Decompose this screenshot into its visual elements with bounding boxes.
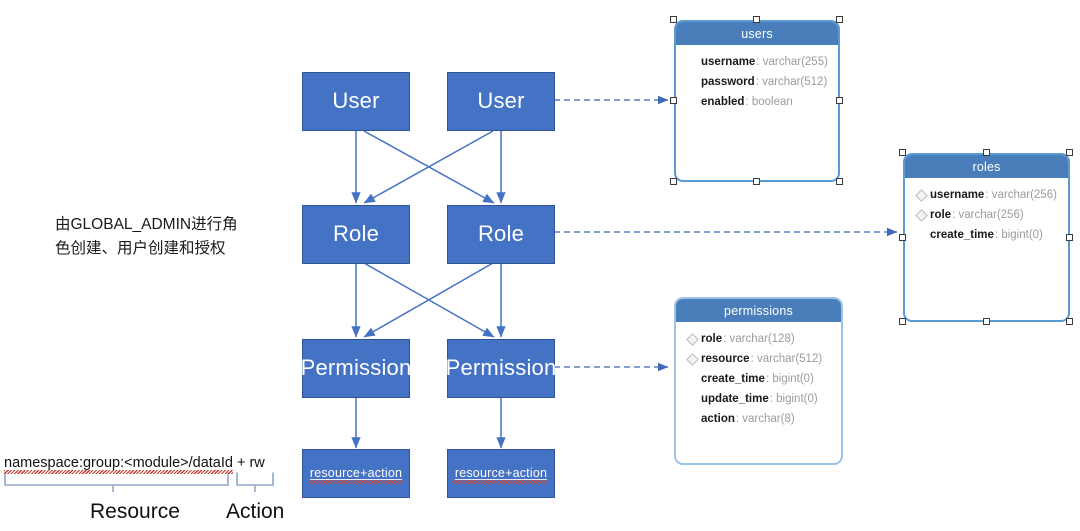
field-name: password (701, 76, 755, 88)
flow-box-label: Role (332, 221, 380, 247)
db-field-row: role : varchar(128) (676, 329, 841, 349)
field-name: username (930, 189, 985, 201)
action-bracket (236, 472, 274, 492)
flow-box-user-right[interactable]: User (447, 72, 555, 131)
db-table-fields: username : varchar(256) role : varchar(2… (905, 178, 1068, 245)
field-type: : boolean (745, 96, 793, 108)
resize-handle-ne[interactable] (1066, 149, 1073, 156)
resize-handle-e[interactable] (836, 97, 843, 104)
db-table-permissions[interactable]: permissions role : varchar(128) resource… (674, 297, 843, 465)
flow-box-label: Permission (445, 355, 557, 381)
flow-box-label: User (332, 88, 380, 114)
resize-handle-e[interactable] (1066, 234, 1073, 241)
field-type: : bigint(0) (765, 373, 814, 385)
edge-user-right-role-left (363, 130, 494, 204)
permission-pattern-text: namespace:group:<module>/dataId + rw (4, 455, 265, 474)
flow-box-label: User (477, 88, 525, 114)
field-name: username (701, 56, 756, 68)
resize-handle-n[interactable] (983, 149, 990, 156)
resize-handle-s[interactable] (753, 178, 760, 185)
resize-handle-ne[interactable] (836, 16, 843, 23)
pattern-action-suffix: + rw (232, 455, 265, 471)
db-field-row: create_time : bigint(0) (905, 225, 1068, 245)
flow-box-user-left[interactable]: User (302, 72, 410, 131)
db-field-row: username : varchar(256) (905, 185, 1068, 205)
db-table-roles[interactable]: roles username : varchar(256) role : var… (903, 153, 1070, 322)
db-field-row: role : varchar(256) (905, 205, 1068, 225)
diagram-canvas: 由GLOBAL_ADMIN进行角 色创建、用户创建和授权 User User R… (0, 0, 1080, 531)
db-table-fields: role : varchar(128) resource : varchar(5… (676, 322, 841, 429)
resize-handle-nw[interactable] (899, 149, 906, 156)
field-name: role (930, 209, 952, 221)
resize-handle-nw[interactable] (670, 16, 677, 23)
resize-handle-n[interactable] (753, 16, 760, 23)
db-table-fields: username : varchar(255) password : varch… (676, 45, 838, 112)
global-admin-note: 由GLOBAL_ADMIN进行角 色创建、用户创建和授权 (55, 216, 238, 258)
field-type: : varchar(255) (756, 56, 828, 68)
flow-box-role-right[interactable]: Role (447, 205, 555, 264)
resize-handle-w[interactable] (899, 234, 906, 241)
db-field-row: username : varchar(255) (676, 52, 838, 72)
flow-box-permission-left[interactable]: Permission (300, 339, 412, 398)
pattern-resource-string: namespace:group:<module>/dataId (4, 455, 233, 474)
db-table-header: roles (905, 155, 1068, 178)
flow-box-label: Permission (300, 355, 412, 381)
field-name: resource (701, 353, 750, 365)
field-type: : bigint(0) (994, 229, 1043, 241)
resource-bracket (4, 472, 229, 492)
resize-handle-sw[interactable] (670, 178, 677, 185)
resize-handle-sw[interactable] (899, 318, 906, 325)
resize-handle-se[interactable] (1066, 318, 1073, 325)
flow-box-label: Role (477, 221, 525, 247)
field-type: : varchar(256) (952, 209, 1024, 221)
resize-handle-se[interactable] (836, 178, 843, 185)
db-field-row: password : varchar(512) (676, 72, 838, 92)
flow-box-permission-right[interactable]: Permission (445, 339, 557, 398)
field-type: : varchar(8) (735, 413, 795, 425)
primary-key-icon (686, 332, 699, 346)
field-name: update_time (701, 393, 769, 405)
field-name: enabled (701, 96, 745, 108)
edge-role-left-perm-right (363, 262, 495, 338)
resource-label: Resource (90, 500, 180, 523)
resize-handle-w[interactable] (670, 97, 677, 104)
field-type: : varchar(512) (755, 76, 828, 88)
primary-key-icon (915, 208, 928, 222)
field-name: action (701, 413, 735, 425)
edge-role-right-perm-left (363, 262, 494, 338)
db-field-row: action : varchar(8) (676, 409, 841, 429)
field-name: role (701, 333, 723, 345)
resize-handle-s[interactable] (983, 318, 990, 325)
edge-user-left-role-right (363, 130, 495, 204)
flow-box-role-left[interactable]: Role (302, 205, 410, 264)
field-name: create_time (930, 229, 994, 241)
db-field-row: enabled : boolean (676, 92, 838, 112)
field-type: : varchar(128) (723, 333, 795, 345)
flow-box-resource-action-left[interactable]: resource+action (302, 449, 410, 498)
primary-key-icon (686, 352, 699, 366)
field-type: : bigint(0) (769, 393, 818, 405)
field-type: : varchar(256) (985, 189, 1057, 201)
primary-key-icon (915, 188, 928, 202)
field-name: create_time (701, 373, 765, 385)
flow-box-label: resource+action (453, 465, 549, 485)
db-table-users[interactable]: users username : varchar(255) password :… (674, 20, 840, 182)
flow-box-label: resource+action (308, 465, 404, 485)
db-field-row: update_time : bigint(0) (676, 389, 841, 409)
db-table-header: users (676, 22, 838, 45)
db-field-row: create_time : bigint(0) (676, 369, 841, 389)
db-table-header: permissions (676, 299, 841, 322)
field-type: : varchar(512) (750, 353, 823, 365)
flow-box-resource-action-right[interactable]: resource+action (447, 449, 555, 498)
db-field-row: resource : varchar(512) (676, 349, 841, 369)
action-label: Action (226, 500, 285, 523)
